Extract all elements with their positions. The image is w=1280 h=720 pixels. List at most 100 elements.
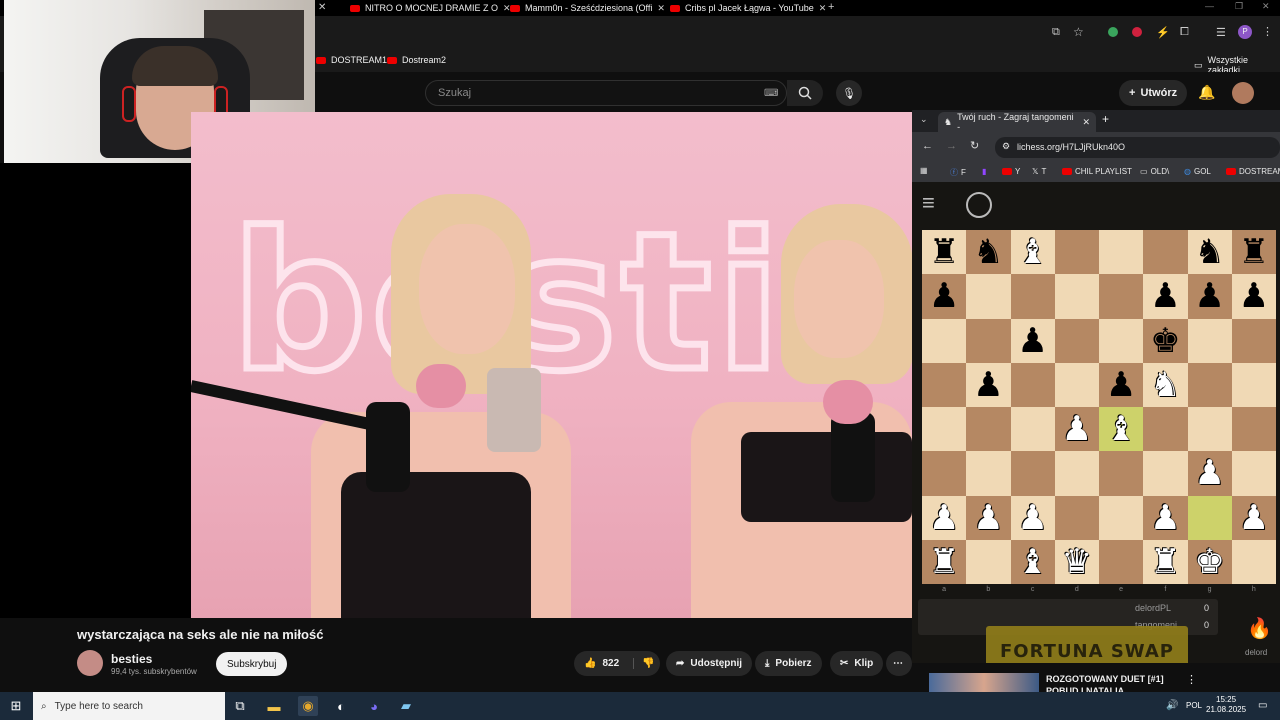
square-g2[interactable] <box>1187 495 1232 540</box>
white-bishop-icon[interactable]: ♝ <box>1017 545 1047 579</box>
square-g7[interactable]: ♟ <box>1187 274 1232 319</box>
lichess-tab[interactable]: ♞ Twój ruch - Zagraj tangomeni - ✕ <box>938 112 1096 132</box>
puzzle-icon[interactable]: ⧠ <box>1180 26 1189 39</box>
square-e7[interactable] <box>1099 274 1144 319</box>
subscribe-button[interactable]: Subskrybuj <box>216 652 288 676</box>
square-g4[interactable] <box>1187 407 1232 452</box>
white-knight-icon[interactable]: ♞ <box>1150 368 1180 402</box>
browser-tab-2[interactable]: Mamm0n - Sześćdziesiona (Offi ✕ <box>510 0 665 16</box>
extension-icon[interactable] <box>1108 27 1118 37</box>
browser-tab-3[interactable]: Cribs pl Jacek Łągwa - YouTube ✕ <box>670 0 826 16</box>
chevron-down-icon[interactable]: ⌄ <box>920 114 928 125</box>
square-c3[interactable] <box>1010 451 1055 496</box>
square-g6[interactable] <box>1187 318 1232 363</box>
channel-avatar[interactable] <box>77 650 103 676</box>
browser-tab-1[interactable]: NITRO O MOCNEJ DRAMIE Z O ✕ <box>350 0 511 16</box>
square-a7[interactable]: ♟ <box>922 274 967 319</box>
square-h8[interactable]: ♜ <box>1231 230 1276 275</box>
avatar[interactable] <box>1232 82 1254 104</box>
square-g5[interactable] <box>1187 362 1232 407</box>
square-d4[interactable]: ♟ <box>1054 407 1099 452</box>
black-pawn-icon[interactable]: ♟ <box>973 368 1003 402</box>
square-c6[interactable]: ♟ <box>1010 318 1055 363</box>
discord-icon[interactable]: ◕ <box>364 696 384 716</box>
black-knight-icon[interactable]: ♞ <box>973 235 1003 269</box>
square-f1[interactable]: ♜ <box>1143 539 1188 584</box>
square-f3[interactable] <box>1143 451 1188 496</box>
black-rook-icon[interactable]: ♜ <box>929 235 959 269</box>
close-icon[interactable]: ✕ <box>657 3 665 14</box>
dislike-icon[interactable]: 👎 <box>633 658 655 669</box>
square-h2[interactable]: ♟ <box>1231 495 1276 540</box>
site-info-icon[interactable]: ⚙ <box>1002 141 1010 152</box>
profile-icon[interactable]: P <box>1238 25 1252 39</box>
square-c5[interactable] <box>1010 362 1055 407</box>
window-close-icon[interactable]: ✕ <box>1262 1 1270 12</box>
square-a3[interactable] <box>922 451 967 496</box>
square-g1[interactable]: ♚ <box>1187 539 1232 584</box>
app-icon[interactable]: ▰ <box>396 696 416 716</box>
square-d7[interactable] <box>1054 274 1099 319</box>
close-icon[interactable]: ✕ <box>819 3 827 14</box>
white-pawn-icon[interactable]: ♟ <box>973 501 1003 535</box>
square-b4[interactable] <box>966 407 1011 452</box>
square-f7[interactable]: ♟ <box>1143 274 1188 319</box>
square-a5[interactable] <box>922 362 967 407</box>
square-c2[interactable]: ♟ <box>1010 495 1055 540</box>
clip-button[interactable]: ✂ Klip <box>830 651 884 676</box>
cast-icon[interactable]: ⧉ <box>1052 26 1060 39</box>
white-pawn-icon[interactable]: ♟ <box>929 501 959 535</box>
extension-icon[interactable]: ⚡ <box>1156 26 1170 39</box>
minimize-icon[interactable]: — <box>1205 1 1214 11</box>
black-pawn-icon[interactable]: ♟ <box>929 279 959 313</box>
square-d2[interactable] <box>1054 495 1099 540</box>
square-b6[interactable] <box>966 318 1011 363</box>
square-c1[interactable]: ♝ <box>1010 539 1055 584</box>
menu-dots-icon[interactable]: ⋮ <box>1262 25 1273 38</box>
chessboard[interactable]: ♜ ♞ ♝ ♞ ♜ ♟ ♟ ♟ ♟ ♟ ♚ ♟ ♟ ♞ ♟ ♝ ♟ ♟ ♟ ♟ ♟ ♟ ♜ ♝ ♛ ♜ ♚ <box>922 230 1276 584</box>
reload-icon[interactable]: ↻ <box>970 139 979 152</box>
task-view-icon[interactable]: ⧉ <box>230 696 250 716</box>
obs-icon[interactable]: ◐ <box>331 696 351 716</box>
bookmark-dostream2[interactable]: Dostream2 <box>387 55 446 65</box>
square-f8[interactable] <box>1143 230 1188 275</box>
bookmark-old[interactable]: ▭ OLD\ <box>1140 167 1169 176</box>
white-rook-icon[interactable]: ♜ <box>1150 545 1180 579</box>
star-icon[interactable]: ☆ <box>1073 25 1084 39</box>
create-button[interactable]: + Utwórz <box>1119 80 1188 106</box>
square-b8[interactable]: ♞ <box>966 230 1011 275</box>
white-pawn-icon[interactable]: ♟ <box>1017 501 1047 535</box>
white-pawn-icon[interactable]: ♟ <box>1194 456 1224 490</box>
square-g8[interactable]: ♞ <box>1187 230 1232 275</box>
new-tab-icon[interactable]: + <box>1102 112 1109 126</box>
more-button[interactable]: ⋯ <box>886 651 912 676</box>
square-a2[interactable]: ♟ <box>922 495 967 540</box>
black-rook-icon[interactable]: ♜ <box>1239 235 1269 269</box>
black-pawn-icon[interactable]: ♟ <box>1239 279 1269 313</box>
forward-icon[interactable]: → <box>946 140 957 152</box>
bell-icon[interactable]: 🔔 <box>1198 84 1215 101</box>
bookmark-dostream1[interactable]: DOSTREAM1 <box>316 55 387 65</box>
extension-icon[interactable] <box>1132 27 1142 37</box>
black-pawn-icon[interactable]: ♟ <box>1106 368 1136 402</box>
square-e8[interactable] <box>1099 230 1144 275</box>
square-e2[interactable] <box>1099 495 1144 540</box>
file-explorer-icon[interactable]: ▬ <box>264 696 284 716</box>
black-pawn-icon[interactable]: ♟ <box>1017 324 1047 358</box>
bookmark-gol[interactable]: ◍ GOL <box>1184 167 1211 176</box>
square-e3[interactable] <box>1099 451 1144 496</box>
close-icon[interactable]: ✕ <box>318 2 326 13</box>
back-icon[interactable]: ← <box>922 140 933 152</box>
video-player[interactable]: besties <box>191 112 912 618</box>
download-button[interactable]: ⤓ Pobierz <box>755 651 822 676</box>
black-pawn-icon[interactable]: ♟ <box>1194 279 1224 313</box>
search-button[interactable] <box>787 80 823 106</box>
square-h3[interactable] <box>1231 451 1276 496</box>
black-pawn-icon[interactable]: ♟ <box>1150 279 1180 313</box>
bookmark-y[interactable]: Y <box>1002 167 1020 176</box>
square-f6[interactable]: ♚ <box>1143 318 1188 363</box>
square-c7[interactable] <box>1010 274 1055 319</box>
square-e4[interactable]: ♝ <box>1099 407 1144 452</box>
close-icon[interactable]: ✕ <box>1082 117 1090 128</box>
keyboard-icon[interactable]: ⌨ <box>764 88 778 99</box>
